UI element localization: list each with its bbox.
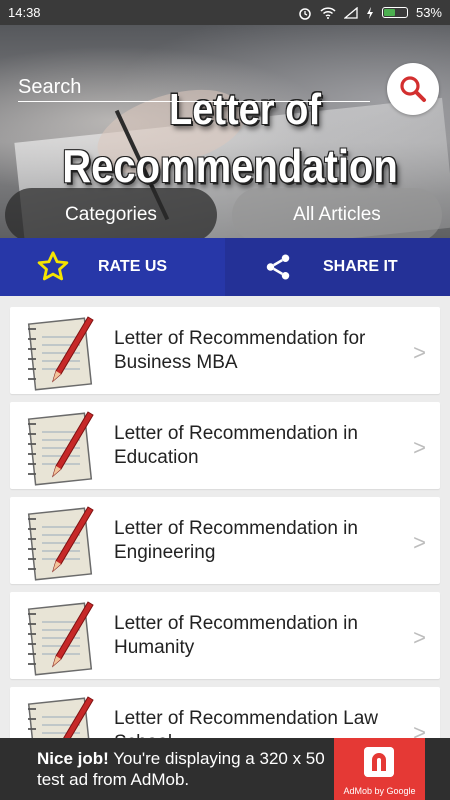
status-time: 14:38 <box>8 5 41 20</box>
list-item[interactable]: Letter of Recommendation in Education > <box>10 402 440 489</box>
categories-button[interactable]: Categories <box>5 188 217 238</box>
alarm-icon <box>299 7 311 20</box>
notebook-pencil-icon <box>27 601 94 676</box>
share-icon <box>261 250 295 284</box>
chevron-right-icon: > <box>413 530 426 555</box>
search-button[interactable] <box>387 63 439 115</box>
list-item[interactable]: Letter of Recommendation in Engineering … <box>10 497 440 584</box>
title-line-2: Recommendation <box>62 141 398 193</box>
chevron-right-icon: > <box>413 435 426 460</box>
notebook-pencil-icon <box>27 316 94 391</box>
article-title: Letter of Recommendation for Business MB… <box>114 328 366 373</box>
app-title: Letter of Recommendation <box>0 88 450 193</box>
share-it-button[interactable]: SHARE IT <box>225 238 450 296</box>
list-item[interactable]: Letter of Recommendation in Humanity > <box>10 592 440 679</box>
notebook-pencil-icon <box>27 506 94 581</box>
article-title: Letter of Recommendation in Engineering <box>114 518 358 563</box>
star-icon <box>36 250 70 284</box>
signal-icon <box>343 6 358 19</box>
admob-logo-icon <box>364 747 394 777</box>
admob-badge[interactable]: AdMob by Google <box>334 738 425 800</box>
share-it-label: SHARE IT <box>323 258 398 275</box>
wifi-icon <box>320 6 336 19</box>
rate-us-label: RATE US <box>98 258 168 275</box>
status-bar: 14:38 53% <box>0 0 450 25</box>
list-item[interactable]: Letter of Recommendation for Business MB… <box>10 307 440 394</box>
battery-icon <box>381 7 408 18</box>
charging-icon <box>366 6 373 19</box>
rate-us-button[interactable]: RATE US <box>0 238 225 296</box>
header-banner: Letter of Recommendation Categories All … <box>0 25 450 238</box>
action-bar: RATE US SHARE IT <box>0 238 450 296</box>
status-icons: 53% <box>298 5 442 20</box>
chevron-right-icon: > <box>413 340 426 365</box>
search-input[interactable] <box>18 73 370 102</box>
battery-percent: 53% <box>415 5 442 20</box>
ad-banner[interactable]: Nice job! You're displaying a 320 x 50 t… <box>0 738 450 800</box>
search-icon <box>400 76 426 102</box>
article-title: Letter of Recommendation in Education <box>114 423 358 468</box>
ad-headline: Nice job! <box>37 749 109 768</box>
notebook-pencil-icon <box>27 411 94 486</box>
all-articles-button[interactable]: All Articles <box>232 188 442 238</box>
admob-label: AdMob by Google <box>343 786 416 796</box>
ad-text: Nice job! You're displaying a 320 x 50 t… <box>37 748 337 790</box>
article-list: Letter of Recommendation for Business MB… <box>10 307 440 782</box>
article-title: Letter of Recommendation in Humanity <box>114 613 358 658</box>
chevron-right-icon: > <box>413 625 426 650</box>
